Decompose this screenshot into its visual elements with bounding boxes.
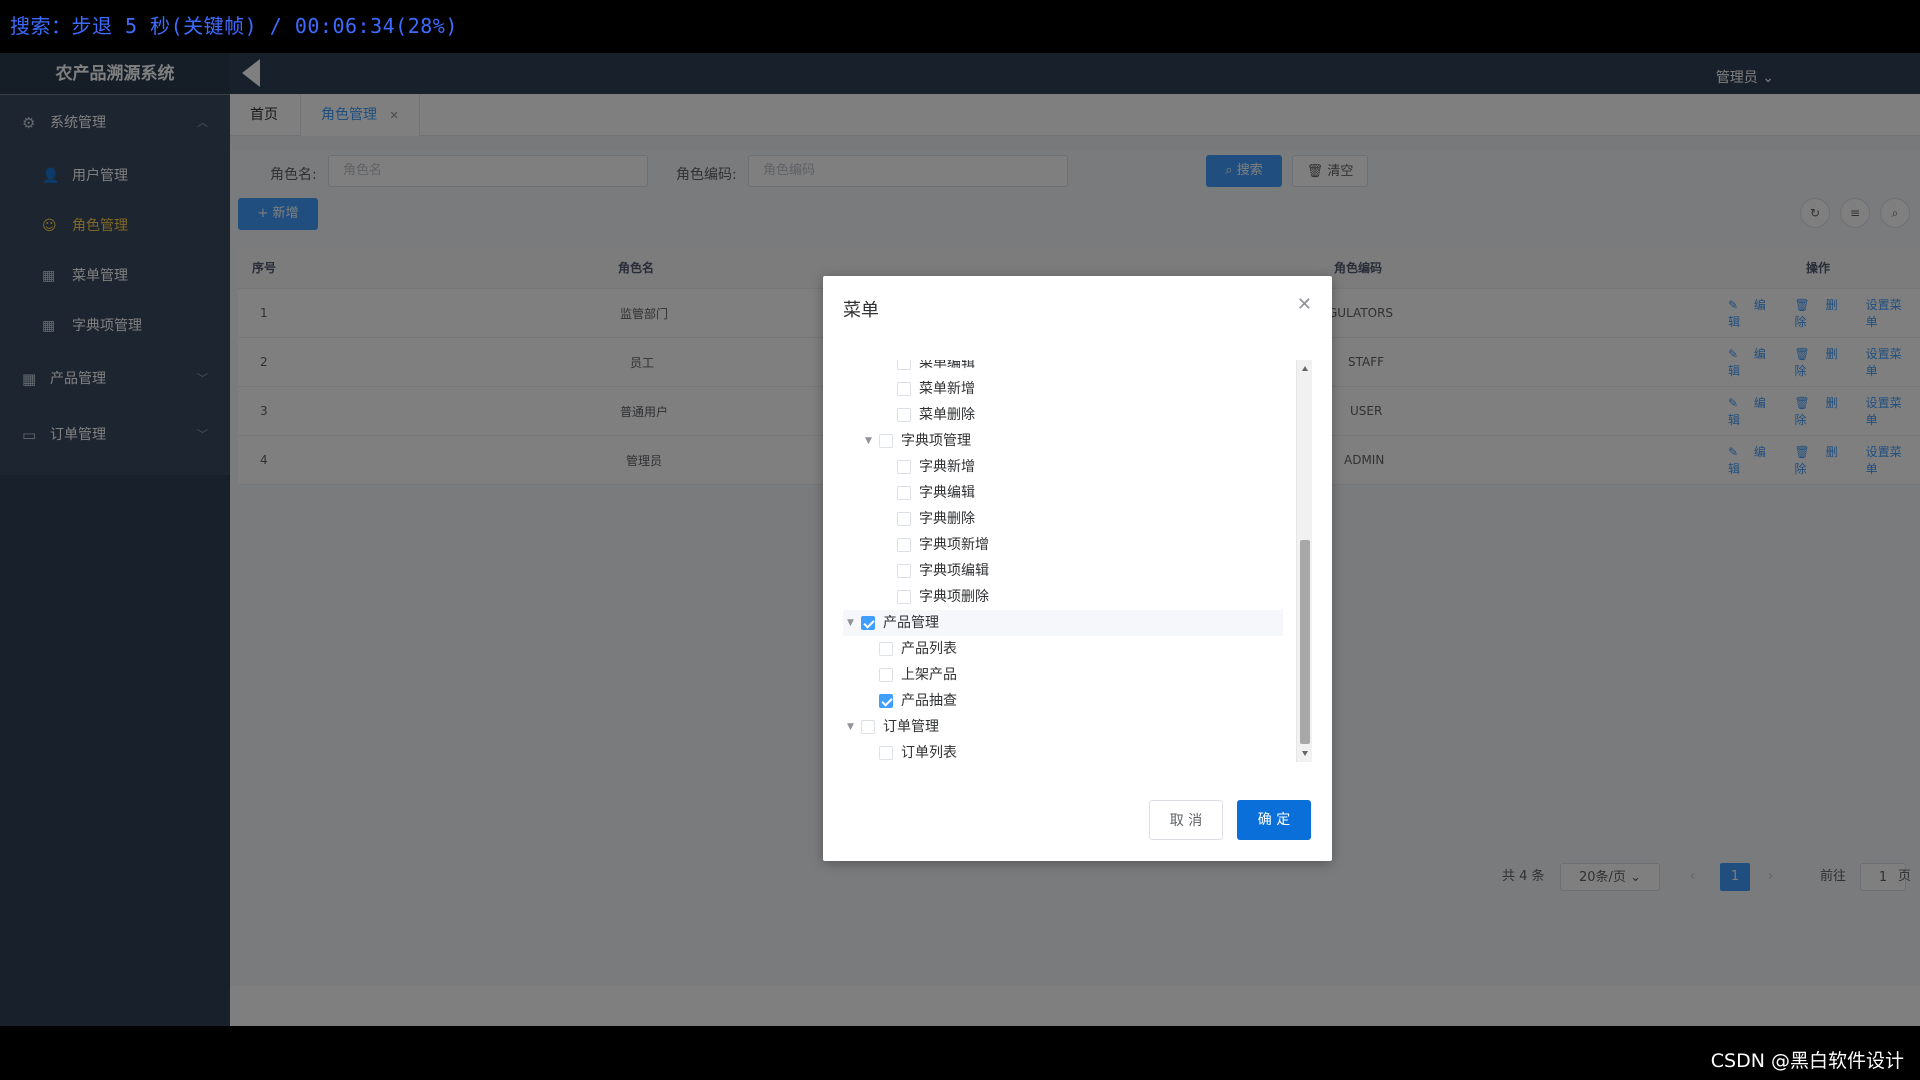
tree-checkbox[interactable] xyxy=(897,360,911,370)
tree-node[interactable]: 产品抽查 xyxy=(843,688,1283,714)
tree-node-label: 菜单删除 xyxy=(919,407,975,423)
tree-checkbox[interactable] xyxy=(897,590,911,604)
tree-checkbox[interactable] xyxy=(879,668,893,682)
tree-node[interactable]: 字典项编辑 xyxy=(843,558,1283,584)
tree-scrollbar[interactable] xyxy=(1296,360,1312,762)
confirm-button[interactable]: 确 定 xyxy=(1237,800,1311,840)
tree-node-label: 字典新增 xyxy=(919,459,975,475)
tree-node-label: 订单列表 xyxy=(901,745,957,760)
tree-node-label: 字典删除 xyxy=(919,511,975,527)
tree-node-label: 产品列表 xyxy=(901,641,957,657)
tree-node[interactable]: 字典项删除 xyxy=(843,584,1283,610)
tree-checkbox[interactable] xyxy=(879,694,893,708)
tree-checkbox[interactable] xyxy=(861,720,875,734)
tree-node-label: 字典项编辑 xyxy=(919,563,989,579)
tree-node-label: 上架产品 xyxy=(901,667,957,683)
tree-node[interactable]: 订单列表 xyxy=(843,740,1283,760)
scroll-down-icon[interactable] xyxy=(1302,751,1308,756)
caret-down-icon[interactable]: ▼ xyxy=(847,714,854,740)
tree-node-label: 订单管理 xyxy=(883,719,939,735)
tree-checkbox[interactable] xyxy=(879,642,893,656)
caret-down-icon[interactable]: ▼ xyxy=(865,428,872,454)
tree-node-label: 菜单新增 xyxy=(919,381,975,397)
tree-node[interactable]: 字典编辑 xyxy=(843,480,1283,506)
tree-node-label: 产品管理 xyxy=(883,615,939,631)
tree-node[interactable]: ▼ 产品管理 xyxy=(843,610,1283,636)
tree-node[interactable]: 菜单编辑 xyxy=(843,360,1283,376)
scroll-up-icon[interactable] xyxy=(1302,366,1308,371)
csdn-watermark: CSDN @黑白软件设计 xyxy=(1710,1050,1904,1072)
tree-checkbox[interactable] xyxy=(897,564,911,578)
tree-node[interactable]: 产品列表 xyxy=(843,636,1283,662)
tree-checkbox[interactable] xyxy=(897,512,911,526)
tree-node-label: 字典项新增 xyxy=(919,537,989,553)
tree-node-label: 字典项管理 xyxy=(901,433,971,449)
tree-checkbox[interactable] xyxy=(879,434,893,448)
tree-node[interactable]: 菜单删除 xyxy=(843,402,1283,428)
tree-node-label: 菜单编辑 xyxy=(919,360,975,371)
tree-node[interactable]: 字典删除 xyxy=(843,506,1283,532)
tree-node-label: 产品抽查 xyxy=(901,693,957,709)
tree-checkbox[interactable] xyxy=(897,382,911,396)
menu-tree: 菜单编辑菜单新增菜单删除 ▼ 字典项管理字典新增字典编辑字典删除字典项新增字典项编辑… xyxy=(843,360,1300,760)
caret-down-icon[interactable]: ▼ xyxy=(847,610,854,636)
tree-checkbox[interactable] xyxy=(897,486,911,500)
player-overlay-bar: 搜索：步退 5 秒(关键帧) / 00:06:34(28%) xyxy=(0,0,1920,53)
tree-checkbox[interactable] xyxy=(897,538,911,552)
close-icon[interactable]: ✕ xyxy=(1297,294,1312,315)
tree-checkbox[interactable] xyxy=(897,460,911,474)
cancel-button[interactable]: 取 消 xyxy=(1149,800,1223,840)
menu-dialog: 菜单 ✕ 菜单编辑菜单新增菜单删除 ▼ 字典项管理字典新增字典编辑字典删除字典项新增… xyxy=(823,276,1332,861)
tree-node-label: 字典项删除 xyxy=(919,589,989,605)
tree-node[interactable]: ▼ 字典项管理 xyxy=(843,428,1283,454)
tree-node[interactable]: 上架产品 xyxy=(843,662,1283,688)
tree-checkbox[interactable] xyxy=(861,616,875,630)
tree-checkbox[interactable] xyxy=(879,746,893,760)
tree-node[interactable]: 菜单新增 xyxy=(843,376,1283,402)
tree-node-label: 字典编辑 xyxy=(919,485,975,501)
tree-node[interactable]: ▼ 订单管理 xyxy=(843,714,1283,740)
tree-node[interactable]: 字典新增 xyxy=(843,454,1283,480)
tree-checkbox[interactable] xyxy=(897,408,911,422)
player-search-text: 搜索：步退 5 秒(关键帧) / 00:06:34(28%) xyxy=(10,14,458,38)
scrollbar-thumb[interactable] xyxy=(1300,540,1310,744)
dialog-title: 菜单 xyxy=(843,300,879,321)
tree-node[interactable]: 字典项新增 xyxy=(843,532,1283,558)
